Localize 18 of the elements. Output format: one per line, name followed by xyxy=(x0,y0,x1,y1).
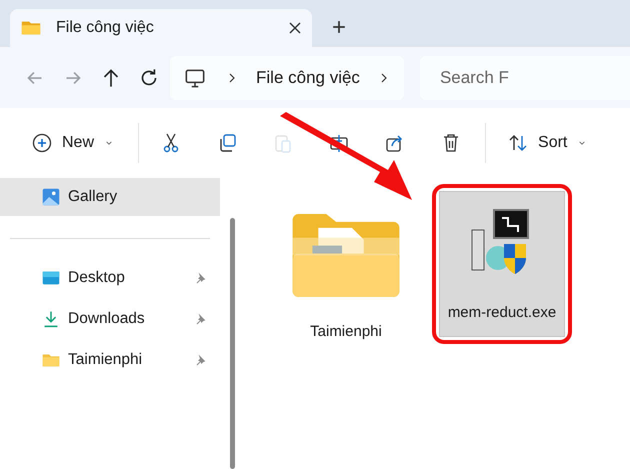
tab[interactable]: File công việc xyxy=(10,9,312,47)
close-icon[interactable] xyxy=(288,21,302,35)
search-field[interactable]: Search F xyxy=(420,56,630,100)
add-icon xyxy=(30,131,54,155)
sidebar-item[interactable]: Taimienphi xyxy=(0,341,220,379)
folder-icon xyxy=(292,212,400,297)
file-item[interactable]: mem-reduct.exe xyxy=(439,191,565,337)
sidebar-item[interactable]: Downloads xyxy=(0,300,220,338)
scrollbar[interactable] xyxy=(230,218,235,469)
address-bar[interactable]: File công việc xyxy=(170,56,404,100)
file-item[interactable]: Taimienphi xyxy=(283,195,409,341)
gallery-icon xyxy=(40,186,62,208)
sort-button[interactable]: Sort xyxy=(496,123,600,163)
new-tab-button[interactable]: + xyxy=(326,9,352,47)
new-button[interactable]: New xyxy=(20,123,126,163)
sidebar-item[interactable]: Gallery xyxy=(0,178,220,216)
sidebar-item[interactable]: Desktop xyxy=(0,259,220,297)
path-segment[interactable]: File công việc xyxy=(256,68,360,88)
